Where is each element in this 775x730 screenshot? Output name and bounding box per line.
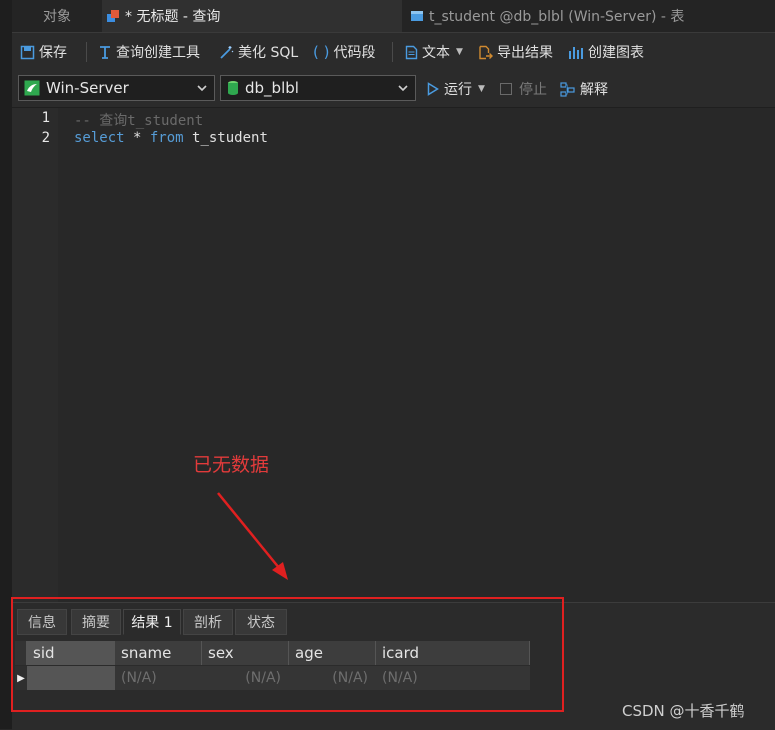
query-builder-button[interactable]: 查询创建工具 bbox=[98, 33, 200, 71]
run-button[interactable]: 运行 ▼ bbox=[427, 71, 485, 107]
database-icon bbox=[228, 81, 238, 95]
magic-wand-icon bbox=[220, 45, 234, 59]
server-select[interactable]: Win-Server bbox=[18, 75, 215, 101]
export-icon bbox=[479, 45, 493, 59]
text-mode-button[interactable]: 文本 ▼ bbox=[405, 33, 463, 71]
sql-editor[interactable]: 1 2 -- 查询t_student select * from t_stude… bbox=[12, 108, 775, 602]
text-mode-label: 文本 bbox=[422, 45, 450, 61]
code-snippet-button[interactable]: ( ) 代码段 bbox=[313, 33, 375, 71]
dropdown-arrow-icon: ▼ bbox=[478, 84, 485, 94]
sql-text: t_student bbox=[183, 130, 268, 146]
chevron-down-icon bbox=[398, 85, 408, 92]
dropdown-arrow-icon: ▼ bbox=[456, 47, 463, 57]
code-line-comment: -- 查询t_student bbox=[74, 113, 204, 129]
toolbar-divider bbox=[86, 42, 87, 62]
tab-objects-label: 对象 bbox=[43, 9, 71, 25]
stop-icon bbox=[500, 83, 512, 95]
database-select[interactable]: db_blbl bbox=[220, 75, 416, 101]
tab-untitled-query[interactable]: * 无标题 - 查询 bbox=[102, 0, 402, 32]
play-icon bbox=[427, 82, 439, 96]
stop-label: 停止 bbox=[519, 82, 547, 98]
run-label: 运行 bbox=[444, 82, 472, 98]
stop-button[interactable]: 停止 bbox=[500, 71, 547, 107]
server-connection-icon bbox=[24, 80, 40, 96]
sql-text: * bbox=[124, 130, 150, 146]
server-select-value: Win-Server bbox=[46, 79, 129, 97]
tab-bar: 对象 * 无标题 - 查询 t_student @db_blbl (Win-Se… bbox=[12, 0, 775, 33]
line-number-gutter: 1 2 bbox=[12, 108, 58, 602]
save-icon bbox=[20, 45, 35, 59]
parentheses-icon: ( ) bbox=[313, 43, 330, 61]
save-label: 保存 bbox=[39, 45, 67, 61]
query-builder-label: 查询创建工具 bbox=[116, 45, 200, 61]
document-icon bbox=[405, 45, 418, 59]
explain-label: 解释 bbox=[580, 82, 608, 98]
toolbar-divider bbox=[392, 42, 393, 62]
bar-chart-icon bbox=[569, 46, 583, 59]
create-chart-button[interactable]: 创建图表 bbox=[568, 33, 644, 71]
connection-bar: Win-Server db_blbl 运行 ▼ 停止 解释 bbox=[12, 71, 775, 108]
explain-button[interactable]: 解释 bbox=[560, 71, 608, 107]
tab-untitled-query-label: * 无标题 - 查询 bbox=[125, 9, 221, 25]
query-builder-icon bbox=[100, 45, 110, 59]
explain-icon bbox=[560, 81, 575, 97]
sql-keyword: from bbox=[149, 130, 184, 146]
export-results-label: 导出结果 bbox=[497, 45, 553, 61]
save-button[interactable]: 保存 bbox=[20, 33, 67, 71]
beautify-sql-button[interactable]: 美化 SQL bbox=[219, 33, 298, 71]
watermark: CSDN @十香千鹤 bbox=[622, 702, 745, 720]
beautify-sql-label: 美化 SQL bbox=[238, 45, 299, 61]
tab-objects[interactable]: 对象 bbox=[12, 0, 102, 32]
toolbar: 保存 查询创建工具 美化 SQL ( ) 代码段 文本 ▼ 导出结果 创建图表 bbox=[12, 33, 775, 71]
line-number: 2 bbox=[41, 130, 50, 146]
database-select-value: db_blbl bbox=[245, 79, 299, 97]
annotation-arrow bbox=[217, 492, 288, 580]
chevron-down-icon bbox=[197, 85, 207, 92]
query-icon bbox=[106, 9, 120, 23]
tab-table-student[interactable]: t_student @db_blbl (Win-Server) - 表 bbox=[410, 0, 720, 32]
annotation-text: 已无数据 bbox=[193, 454, 270, 476]
table-icon bbox=[410, 9, 424, 23]
code-line-select: select * from t_student bbox=[74, 130, 268, 146]
create-chart-label: 创建图表 bbox=[588, 45, 644, 61]
annotation-highlight-box bbox=[11, 597, 564, 712]
sql-keyword: select bbox=[74, 130, 125, 146]
tab-table-student-label: t_student @db_blbl (Win-Server) - 表 bbox=[429, 9, 685, 25]
code-snippet-label: 代码段 bbox=[333, 45, 376, 61]
export-results-button[interactable]: 导出结果 bbox=[478, 33, 553, 71]
line-number: 1 bbox=[41, 110, 50, 126]
